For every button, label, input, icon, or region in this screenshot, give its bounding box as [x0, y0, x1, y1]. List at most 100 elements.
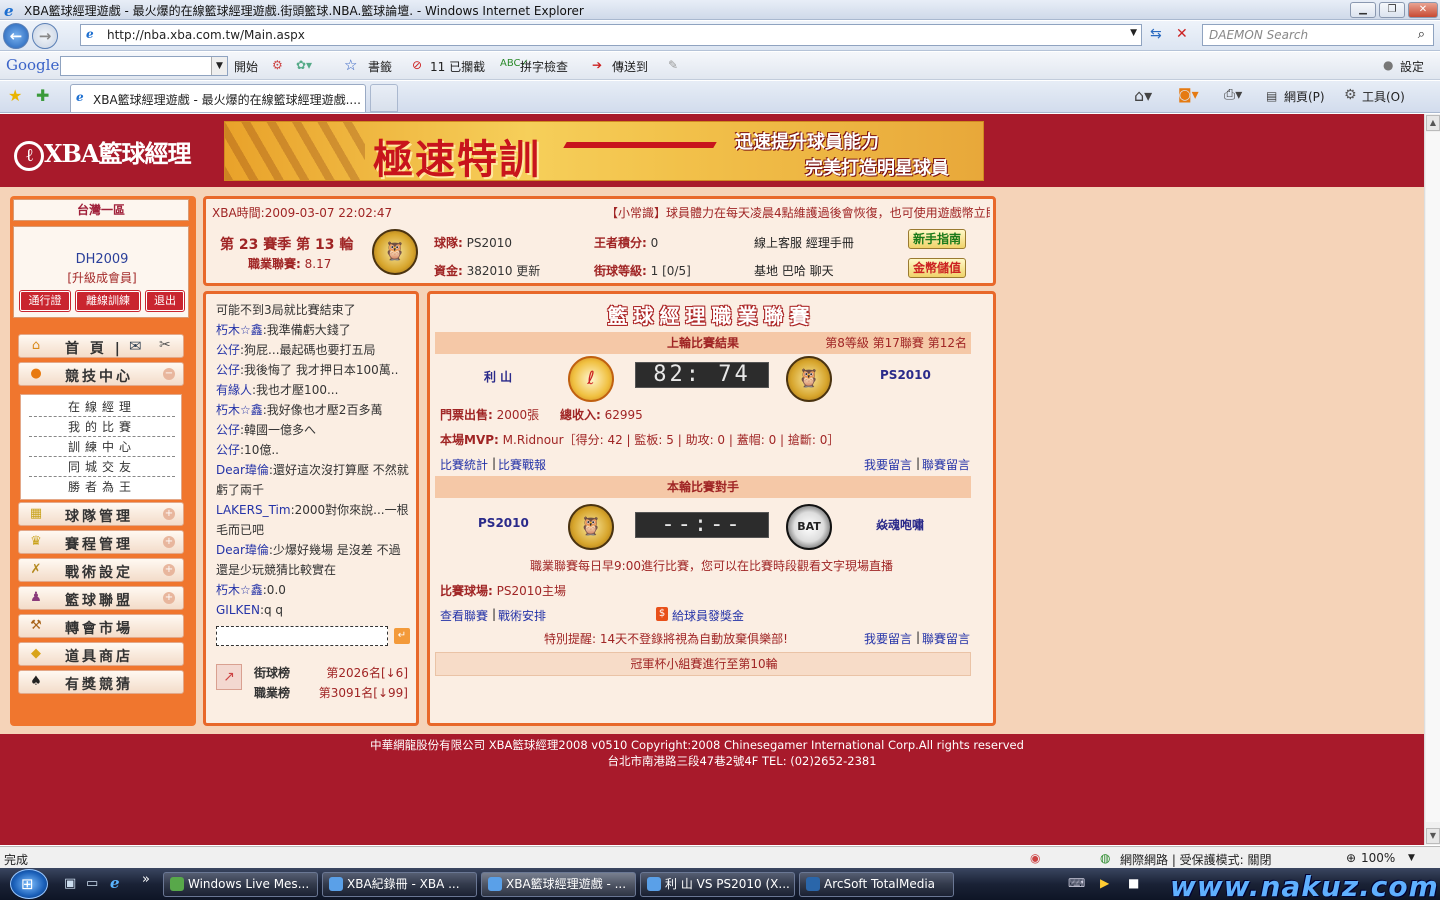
task-xba-game[interactable]: XBA籃球經理遊戲 - ...	[481, 872, 636, 897]
leave-message-link-2[interactable]: 我要留言	[864, 630, 912, 647]
media-play-icon[interactable]: ▶	[1100, 876, 1109, 890]
expand-icon[interactable]: +	[163, 508, 175, 520]
tools-icon[interactable]: ✂	[159, 337, 171, 353]
menu-team[interactable]: ▦ 球隊管理 +	[18, 502, 184, 526]
bookmarks-menu[interactable]: 書籤	[368, 58, 392, 75]
submenu-friends[interactable]: 同城交友	[29, 457, 175, 477]
close-button[interactable]: ✕	[1408, 2, 1438, 18]
google-open[interactable]: 開始	[234, 58, 258, 75]
google-tool-icon[interactable]: ⚙	[272, 58, 283, 72]
team-badge-icon[interactable]: 🦉	[372, 229, 418, 275]
support-links[interactable]: 線上客服 經理手冊	[754, 234, 854, 251]
new-tab-button[interactable]	[370, 84, 398, 112]
site-logo[interactable]: ℓ XBA籃球經理	[14, 134, 192, 171]
menu-betting[interactable]: ♠ 有獎競猜	[18, 670, 184, 694]
send-to-button[interactable]: 傳送到	[612, 58, 648, 75]
spellcheck-button[interactable]: 拼字檢查	[520, 58, 568, 75]
media-stop-icon[interactable]: ■	[1128, 876, 1139, 890]
upgrade-member-link[interactable]: [升級成會員]	[14, 269, 190, 286]
promo-banner[interactable]: 極速特訓 迅速提升球員能力 完美打造明星球員	[224, 121, 984, 181]
scroll-up-button[interactable]: ▲	[1426, 115, 1440, 131]
scroll-track[interactable]	[1426, 132, 1440, 822]
submenu-winner[interactable]: 勝者為王	[29, 477, 175, 497]
menu-transfer[interactable]: ⚒ 轉會市場	[18, 614, 184, 638]
minimize-button[interactable]: ▁	[1350, 2, 1376, 18]
switch-windows-icon[interactable]: ▭	[86, 876, 98, 891]
expand-icon[interactable]: +	[163, 564, 175, 576]
home-icon[interactable]: ⌂▾	[1134, 86, 1152, 105]
match-report-link[interactable]: 比賽戰報	[498, 456, 546, 473]
last-away-team[interactable]: PS2010	[880, 368, 931, 382]
tactics-link[interactable]: 戰術安排	[498, 607, 546, 624]
address-input[interactable]: e http://nba.xba.com.tw/Main.aspx ▼	[80, 24, 1142, 46]
security-zone[interactable]: 網際網路 | 受保護模式: 關閉	[1120, 851, 1272, 868]
last-home-team[interactable]: 利 山	[484, 368, 512, 385]
settings-button[interactable]: 設定	[1400, 58, 1424, 75]
scroll-down-button[interactable]: ▼	[1426, 828, 1440, 844]
page-menu[interactable]: 網頁(P)	[1284, 88, 1325, 105]
newbie-guide-button[interactable]: 新手指南	[908, 229, 966, 249]
task-arcsoft[interactable]: ArcSoft TotalMedia	[799, 872, 954, 897]
player-bonus-link[interactable]: 給球員發獎金	[672, 607, 744, 624]
print-icon[interactable]: ⎙▾	[1224, 87, 1242, 103]
quicklaunch-more-icon[interactable]: »	[142, 872, 150, 887]
zoom-dropdown-icon[interactable]: ▼	[1408, 853, 1415, 863]
match-stats-link[interactable]: 比賽統計	[440, 456, 488, 473]
league-message-link-2[interactable]: 聯賽留言	[922, 630, 970, 647]
tools-menu[interactable]: 工具(O)	[1362, 88, 1405, 105]
address-dropdown-icon[interactable]: ▼	[1130, 28, 1137, 38]
favorites-star-icon[interactable]: ★	[8, 86, 22, 105]
privacy-icon[interactable]: ◉	[1030, 851, 1040, 865]
zoom-level[interactable]: 100%	[1361, 851, 1395, 865]
highlight-icon[interactable]: ✎	[668, 58, 678, 72]
logout-button[interactable]: 退出	[145, 290, 185, 312]
show-desktop-icon[interactable]: ▣	[64, 876, 76, 891]
menu-schedule[interactable]: ♛ 賽程管理 +	[18, 530, 184, 554]
refresh-funds-link[interactable]: 更新	[516, 264, 540, 278]
menu-league[interactable]: ♟ 籃球聯盟 +	[18, 586, 184, 610]
back-button[interactable]: ←	[3, 23, 29, 49]
next-away-team[interactable]: 焱魂咆嘯	[876, 516, 924, 533]
search-icon[interactable]: ⌕	[1418, 27, 1425, 42]
submenu-my-matches[interactable]: 我的比賽	[29, 417, 175, 437]
expand-icon[interactable]: +	[163, 536, 175, 548]
ie-quicklaunch-icon[interactable]: e	[110, 874, 120, 892]
collapse-icon[interactable]: −	[163, 368, 175, 380]
pro-rank-label[interactable]: 職業榜	[254, 684, 290, 701]
popup-blocked-count[interactable]: 11 已攔截	[430, 58, 485, 75]
league-message-link[interactable]: 聯賽留言	[922, 456, 970, 473]
chat-send-button[interactable]: ↵	[394, 628, 410, 644]
offline-training-button[interactable]: 離線訓練	[75, 290, 141, 312]
forward-button[interactable]: →	[32, 23, 58, 49]
search-input[interactable]: DAEMON Search ⌕	[1202, 24, 1434, 46]
leave-message-link[interactable]: 我要留言	[864, 456, 912, 473]
google-plugin-icon[interactable]: ✿▾	[296, 58, 312, 72]
task-match[interactable]: 利 山 VS PS2010 (X...	[640, 872, 795, 897]
page-scrollbar[interactable]: ▲ ▼	[1424, 114, 1440, 845]
feeds-icon[interactable]: ◙▾	[1178, 87, 1199, 103]
tab-xba[interactable]: e XBA籃球經理遊戲 - 最火爆的在線籃球經理遊戲....	[70, 84, 366, 112]
stop-icon[interactable]: ✕	[1176, 26, 1188, 42]
add-favorite-icon[interactable]: ✚	[36, 86, 49, 105]
menu-home[interactable]: ⌂ 首 頁 | ✉ ✂	[18, 334, 184, 358]
task-windows-live[interactable]: Windows Live Mes...	[163, 872, 318, 897]
view-league-link[interactable]: 查看聯賽	[440, 607, 488, 624]
next-home-team[interactable]: PS2010	[478, 516, 529, 530]
menu-tactics[interactable]: ✗ 戰術設定 +	[18, 558, 184, 582]
submenu-training[interactable]: 訓練中心	[29, 437, 175, 457]
google-search-input[interactable]: ▼	[60, 56, 228, 76]
submenu-online-managers[interactable]: 在線經理	[29, 397, 175, 417]
menu-arena[interactable]: ● 競技中心 −	[18, 362, 184, 386]
street-rank-label[interactable]: 街球榜	[254, 664, 290, 681]
menu-shop[interactable]: ◆ 道具商店	[18, 642, 184, 666]
expand-icon[interactable]: +	[163, 592, 175, 604]
task-xba-record[interactable]: XBA紀錄冊 - XBA ...	[322, 872, 477, 897]
refresh-icon[interactable]: ⇆	[1150, 26, 1162, 42]
deposit-button[interactable]: 金幣儲值	[908, 258, 966, 278]
keyboard-icon[interactable]: ⌨	[1068, 876, 1085, 890]
chat-input[interactable]	[216, 626, 388, 646]
start-button[interactable]: ⊞	[10, 869, 48, 899]
star-icon[interactable]: ☆	[344, 56, 357, 74]
maximize-button[interactable]: ❐	[1379, 2, 1405, 18]
community-links[interactable]: 基地 巴哈 聊天	[754, 262, 834, 279]
